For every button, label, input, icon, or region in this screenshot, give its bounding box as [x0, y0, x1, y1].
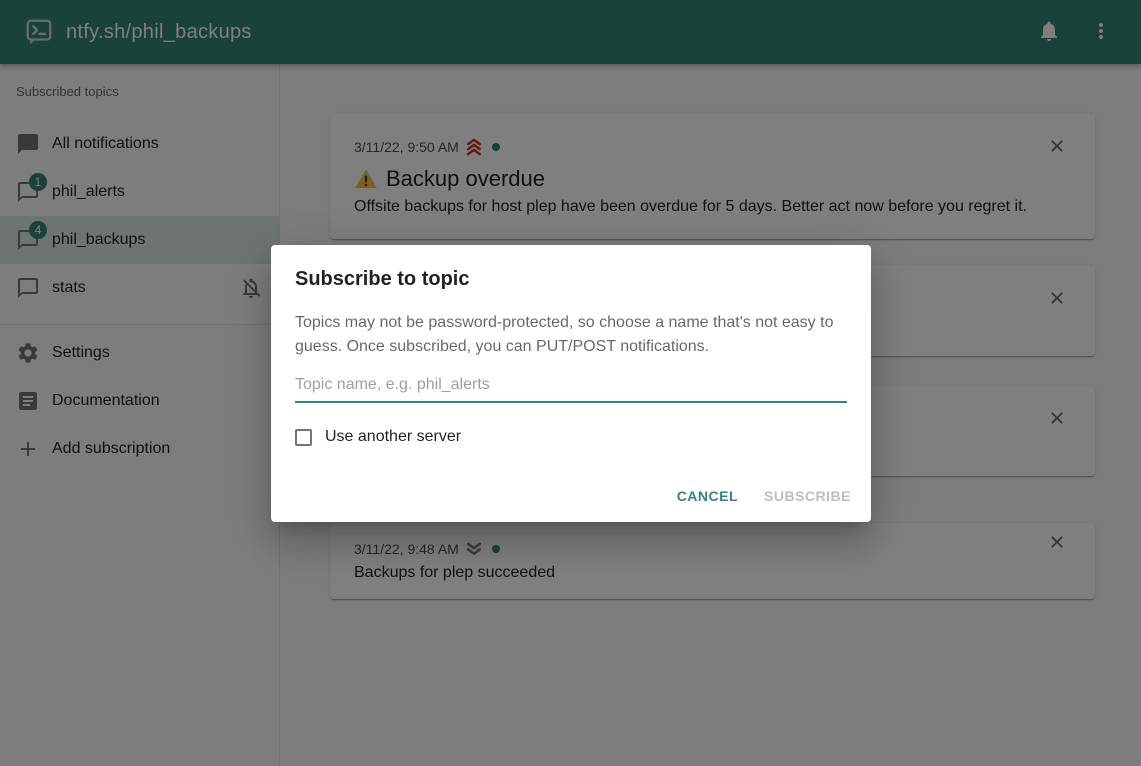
cancel-button[interactable]: CANCEL — [665, 478, 750, 514]
checkbox-unchecked[interactable] — [295, 429, 312, 446]
subscribe-button[interactable]: SUBSCRIBE — [752, 478, 863, 514]
topic-name-input[interactable] — [295, 373, 847, 403]
dialog-title: Subscribe to topic — [295, 267, 847, 291]
subscribe-dialog: Subscribe to topic Topics may not be pas… — [271, 245, 871, 522]
dialog-description: Topics may not be password-protected, so… — [295, 311, 847, 359]
use-another-server-option[interactable]: Use another server — [295, 425, 847, 449]
checkbox-label: Use another server — [325, 425, 461, 449]
